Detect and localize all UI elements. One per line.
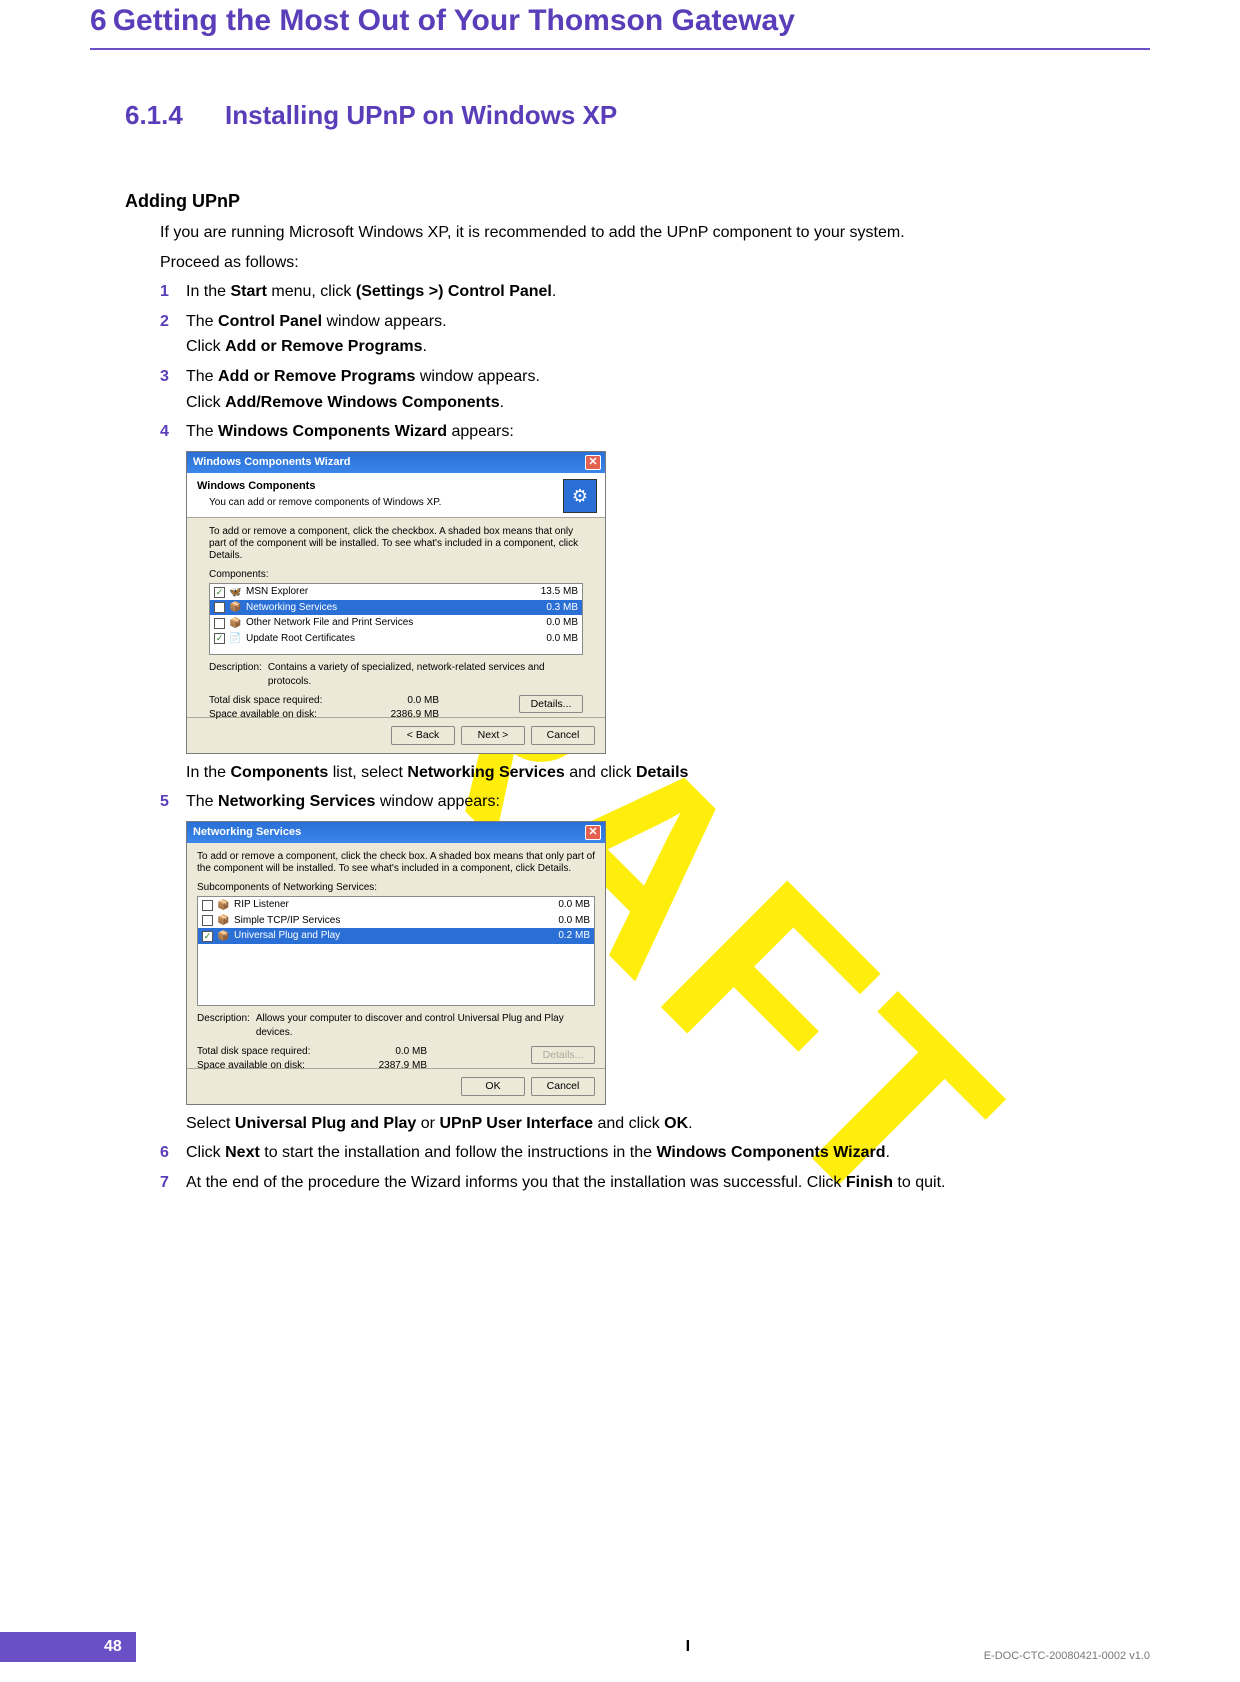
step-5: 5 The Networking Services window appears… <box>160 791 1150 1138</box>
dialog-titlebar: Networking Services ✕ <box>187 822 605 843</box>
chapter-title: Getting the Most Out of Your Thomson Gat… <box>113 4 795 37</box>
close-icon[interactable]: ✕ <box>585 825 601 840</box>
dialog-instructions: To add or remove a component, click the … <box>197 851 595 875</box>
item-icon: 📦 <box>229 601 242 614</box>
total-space-value: 0.0 MB <box>357 1045 427 1059</box>
item-icon: 📦 <box>229 617 242 630</box>
section-number: 6.1.4 <box>125 100 225 131</box>
list-item[interactable]: ✓📦Universal Plug and Play 0.2 MB <box>198 928 594 944</box>
step-7: 7 At the end of the procedure the Wizard… <box>160 1172 1150 1198</box>
item-icon: 🦋 <box>229 586 242 599</box>
step-number: 2 <box>160 311 186 362</box>
step-3: 3 The Add or Remove Programs window appe… <box>160 366 1150 417</box>
list-item[interactable]: ✓🦋MSN Explorer 13.5 MB <box>210 584 582 600</box>
wizard-icon: ⚙ <box>563 479 597 513</box>
step-1: 1 In the Start menu, click (Settings >) … <box>160 281 1150 307</box>
item-icon: 📄 <box>229 632 242 645</box>
checkbox-icon[interactable]: ✓ <box>214 633 225 644</box>
ok-button[interactable]: OK <box>461 1077 525 1095</box>
checkbox-icon[interactable] <box>214 618 225 629</box>
components-label: Components: <box>209 568 583 582</box>
avail-space-label: Space available on disk: <box>209 708 369 722</box>
description-text: Allows your computer to discover and con… <box>256 1012 595 1039</box>
step-number: 1 <box>160 281 186 307</box>
dialog-titlebar: Windows Components Wizard ✕ <box>187 452 605 473</box>
section-title: Installing UPnP on Windows XP <box>225 100 617 131</box>
total-space-label: Total disk space required: <box>209 694 369 708</box>
step-4: 4 The Windows Components Wizard appears:… <box>160 421 1150 787</box>
step-number: 3 <box>160 366 186 417</box>
page-number: 48 <box>90 1632 136 1662</box>
list-item[interactable]: 📦Simple TCP/IP Services 0.0 MB <box>198 913 594 929</box>
subheading-adding-upnp: Adding UPnP <box>125 191 1150 212</box>
list-item[interactable]: 📦Networking Services 0.3 MB <box>210 600 582 616</box>
step-number: 6 <box>160 1142 186 1168</box>
total-space-label: Total disk space required: <box>197 1045 357 1059</box>
cancel-button[interactable]: Cancel <box>531 726 595 744</box>
avail-space-label: Space available on disk: <box>197 1059 357 1073</box>
description-text: Contains a variety of specialized, netwo… <box>268 661 583 688</box>
step-6: 6 Click Next to start the installation a… <box>160 1142 1150 1168</box>
item-icon: 📦 <box>217 930 230 943</box>
next-button[interactable]: Next > <box>461 726 525 744</box>
screenshot-networking-services: Networking Services ✕ To add or remove a… <box>186 821 606 1105</box>
dialog-title: Windows Components Wizard <box>193 455 350 470</box>
details-button: Details... <box>531 1046 595 1064</box>
avail-space-value: 2386.9 MB <box>369 708 439 722</box>
back-button[interactable]: < Back <box>391 726 455 744</box>
list-item[interactable]: ✓📄Update Root Certificates 0.0 MB <box>210 631 582 647</box>
footer-center-mark: I <box>136 1638 1240 1656</box>
cancel-button[interactable]: Cancel <box>531 1077 595 1095</box>
step-number: 4 <box>160 421 186 787</box>
screenshot-windows-components-wizard: Windows Components Wizard ✕ Windows Comp… <box>186 451 606 754</box>
wizard-heading: Windows Components <box>197 479 441 494</box>
checkbox-icon[interactable]: ✓ <box>214 587 225 598</box>
total-space-value: 0.0 MB <box>369 694 439 708</box>
item-icon: 📦 <box>217 899 230 912</box>
footer-bar <box>0 1632 90 1662</box>
list-item[interactable]: 📦Other Network File and Print Services 0… <box>210 615 582 631</box>
wizard-instructions: To add or remove a component, click the … <box>209 526 583 562</box>
page-footer: 48 I <box>0 1632 1240 1662</box>
intro-paragraph-2: Proceed as follows: <box>160 252 1150 274</box>
checkbox-icon[interactable] <box>202 900 213 911</box>
header-rule <box>90 48 1150 50</box>
chapter-number: 6 <box>90 4 107 37</box>
components-listbox[interactable]: ✓🦋MSN Explorer 13.5 MB 📦Networking Servi… <box>209 583 583 655</box>
subcomponents-listbox[interactable]: 📦RIP Listener 0.0 MB 📦Simple TCP/IP Serv… <box>197 896 595 1006</box>
avail-space-value: 2387.9 MB <box>357 1059 427 1073</box>
step-number: 5 <box>160 791 186 1138</box>
chapter-header: 6Getting the Most Out of Your Thomson Ga… <box>90 0 1150 48</box>
description-label: Description: <box>197 1012 250 1039</box>
step-2: 2 The Control Panel window appears. Clic… <box>160 311 1150 362</box>
wizard-subheading: You can add or remove components of Wind… <box>197 496 441 510</box>
subcomponents-label: Subcomponents of Networking Services: <box>197 881 595 895</box>
intro-paragraph-1: If you are running Microsoft Windows XP,… <box>160 222 1150 244</box>
dialog-title: Networking Services <box>193 825 301 840</box>
item-icon: 📦 <box>217 914 230 927</box>
details-button[interactable]: Details... <box>519 695 583 713</box>
description-label: Description: <box>209 661 262 688</box>
checkbox-icon[interactable] <box>202 915 213 926</box>
checkbox-icon[interactable] <box>214 602 225 613</box>
close-icon[interactable]: ✕ <box>585 455 601 470</box>
step-number: 7 <box>160 1172 186 1198</box>
checkbox-icon[interactable]: ✓ <box>202 931 213 942</box>
list-item[interactable]: 📦RIP Listener 0.0 MB <box>198 897 594 913</box>
